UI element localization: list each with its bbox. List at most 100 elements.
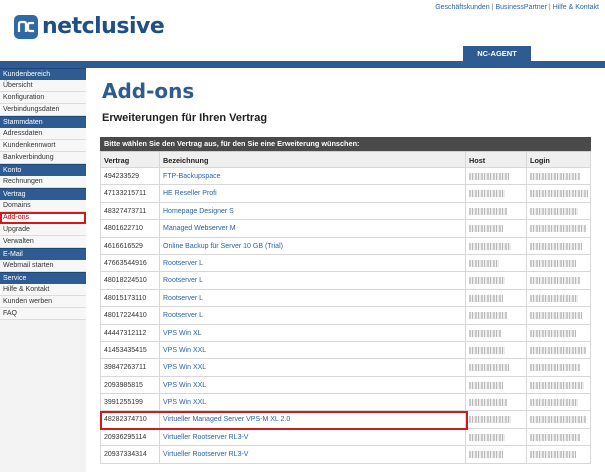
product-link[interactable]: FTP-Backupspace (160, 168, 466, 185)
product-link[interactable]: Rootserver L (160, 272, 466, 289)
login-cell-redacted (527, 359, 591, 376)
sidebar-item[interactable]: Domains (0, 200, 86, 212)
host-cell-redacted (466, 237, 527, 254)
sidebar-item[interactable]: Upgrade (0, 224, 86, 236)
table-row[interactable]: 48018224510 Rootserver L (100, 272, 591, 290)
table-row[interactable]: 48017224410 Rootserver L (100, 307, 591, 325)
sidebar-item[interactable]: Kunden werben (0, 296, 86, 308)
column-header-bezeichnung: Bezeichnung (160, 152, 466, 167)
sidebar-item[interactable]: Kundenkennwort (0, 140, 86, 152)
product-link[interactable]: Online Backup für Server 10 GB (Trial) (160, 237, 466, 254)
redacted-value (530, 294, 578, 302)
contract-number: 44447312112 (100, 324, 160, 341)
product-link[interactable]: Virtueller Rootserver RL3-V (160, 446, 466, 463)
redacted-value (530, 416, 586, 424)
host-cell-redacted (466, 324, 527, 341)
table-row[interactable]: 39847263711 VPS Win XXL (100, 359, 591, 377)
table-row[interactable]: 20936295114 Virtueller Rootserver RL3-V (100, 428, 591, 447)
column-header-host: Host (466, 152, 527, 167)
table-row[interactable]: 20937334314 Virtueller Rootserver RL3-V (100, 446, 591, 464)
brand-logo[interactable]: netclusive (14, 14, 165, 39)
product-link[interactable]: Managed Webserver M (160, 220, 466, 237)
table-row[interactable]: 44447312112 VPS Win XL (100, 324, 591, 342)
table-row[interactable]: 47663544916 Rootserver L (100, 254, 591, 273)
sidebar-section-5: Service (0, 272, 86, 284)
product-link[interactable]: VPS Win XXL (160, 341, 466, 359)
product-link[interactable]: Rootserver L (160, 289, 466, 307)
redacted-value (469, 277, 505, 285)
sidebar-section-3: Vertrag (0, 188, 86, 200)
redacted-value (530, 381, 584, 389)
sidebar-item[interactable]: Bankverbindung (0, 152, 86, 164)
table-row[interactable]: 48282374710 Virtueller Managed Server VPS… (100, 411, 591, 429)
table-row[interactable]: 47133215711 HE Reseller Profi (100, 185, 591, 203)
table-row[interactable]: 4616616529 Online Backup für Server 10 GB… (100, 237, 591, 255)
host-cell-redacted (466, 185, 527, 202)
contract-number: 39847263711 (100, 359, 160, 376)
table-row[interactable]: 41453435415 VPS Win XXL (100, 341, 591, 360)
product-link[interactable]: Virtueller Rootserver RL3-V (160, 428, 466, 446)
sidebar-item[interactable]: Webmail starten (0, 260, 86, 272)
sidebar-item[interactable]: Add-ons (0, 212, 86, 224)
redacted-value (530, 277, 580, 285)
product-link[interactable]: Rootserver L (160, 254, 466, 272)
contract-number: 47663544916 (100, 254, 160, 272)
host-cell-redacted (466, 394, 527, 411)
product-link[interactable]: VPS Win XXL (160, 376, 466, 394)
sidebar-section-4: E-Mail (0, 248, 86, 260)
table-row[interactable]: 48015173110 Rootserver L (100, 289, 591, 308)
redacted-value (530, 173, 580, 180)
link-geschaeftskunden[interactable]: Geschäftskunden (435, 4, 489, 11)
redacted-value (530, 259, 576, 267)
sidebar-item[interactable]: Rechnungen (0, 176, 86, 188)
redacted-value (469, 294, 503, 302)
login-cell-redacted (527, 446, 591, 463)
host-cell-redacted (466, 272, 527, 289)
contract-number: 3991255199 (100, 394, 160, 411)
redacted-value (530, 399, 578, 407)
login-cell-redacted (527, 220, 591, 237)
product-link[interactable]: Homepage Designer S (160, 202, 466, 220)
product-link[interactable]: Virtueller Managed Server VPS-M XL 2.0 (160, 411, 466, 428)
login-cell-redacted (527, 185, 591, 202)
login-cell-redacted (527, 324, 591, 341)
table-row[interactable]: 2093985815 VPS Win XXL (100, 376, 591, 395)
sidebar-item[interactable]: Verbindungsdaten (0, 104, 86, 116)
redacted-value (469, 381, 503, 389)
sidebar-item[interactable]: Verwalten (0, 236, 86, 248)
nc-agent-tab[interactable]: NC-AGENT (463, 46, 531, 62)
login-cell-redacted (527, 272, 591, 289)
redacted-value (469, 329, 501, 337)
sidebar-item[interactable]: Adressdaten (0, 128, 86, 140)
product-link[interactable]: VPS Win XXL (160, 394, 466, 411)
login-cell-redacted (527, 307, 591, 324)
contract-number: 48327473711 (100, 202, 160, 220)
table-row[interactable]: 494233529 FTP-Backupspace (100, 168, 591, 186)
sidebar-item[interactable]: Hilfe & Kontakt (0, 284, 86, 296)
product-link[interactable]: HE Reseller Profi (160, 185, 466, 202)
sidebar-section-1: Stammdaten (0, 116, 86, 128)
host-cell-redacted (466, 446, 527, 463)
product-link[interactable]: Rootserver L (160, 307, 466, 324)
host-cell-redacted (466, 359, 527, 376)
brand-name: netclusive (42, 14, 165, 39)
host-cell-redacted (466, 220, 527, 237)
redacted-value (530, 190, 588, 198)
product-link[interactable]: VPS Win XXL (160, 359, 466, 376)
table-row[interactable]: 48327473711 Homepage Designer S (100, 202, 591, 221)
sidebar-item[interactable]: FAQ (0, 308, 86, 320)
host-cell-redacted (466, 428, 527, 446)
table-row[interactable]: 3991255199 VPS Win XXL (100, 394, 591, 412)
table-instruction: Bitte wählen Sie den Vertrag aus, für de… (100, 137, 591, 151)
product-link[interactable]: VPS Win XL (160, 324, 466, 341)
sidebar-section-2: Konto (0, 164, 86, 176)
contract-number: 48018224510 (100, 272, 160, 289)
table-row[interactable]: 4801622710 Managed Webserver M (100, 220, 591, 238)
sidebar-item[interactable]: Übersicht (0, 80, 86, 92)
host-cell-redacted (466, 254, 527, 272)
sidebar-item[interactable]: Konfiguration (0, 92, 86, 104)
redacted-value (469, 312, 507, 320)
link-hilfe-kontakt[interactable]: Hilfe & Kontakt (553, 4, 599, 11)
page-subtitle: Erweiterungen für Ihren Vertrag (102, 112, 268, 124)
link-businesspartner[interactable]: BusinessPartner (496, 4, 547, 11)
